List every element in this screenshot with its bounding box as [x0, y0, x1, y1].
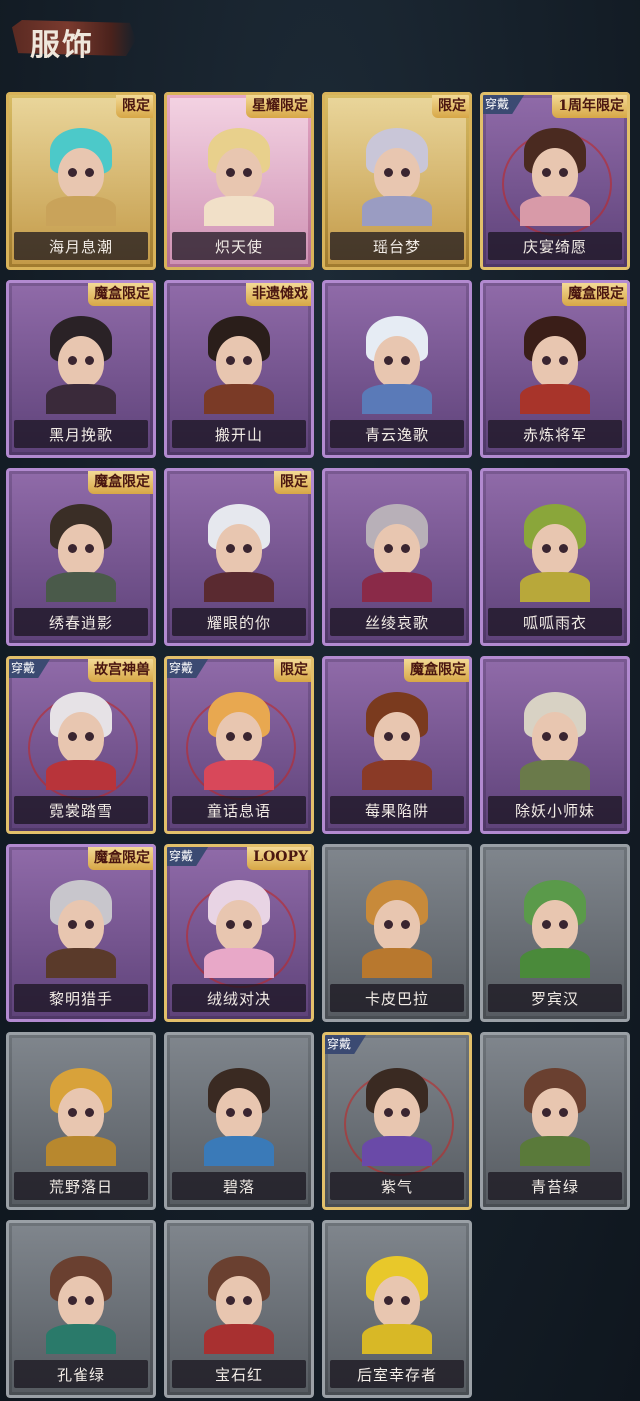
costume-card[interactable]: 星耀限定 炽天使 — [164, 92, 314, 270]
card-frame — [164, 280, 314, 458]
costume-card[interactable]: 罗宾汉 — [480, 844, 630, 1022]
card-frame — [164, 92, 314, 270]
costume-card[interactable]: 穿戴 紫气 — [322, 1032, 472, 1210]
costume-card[interactable]: 除妖小师妹 — [480, 656, 630, 834]
card-frame — [6, 92, 156, 270]
card-frame — [480, 1032, 630, 1210]
card-frame — [322, 844, 472, 1022]
costume-card[interactable]: 1周年限定 穿戴 庆宴绮愿 — [480, 92, 630, 270]
costume-card[interactable]: 呱呱雨衣 — [480, 468, 630, 646]
card-frame — [480, 844, 630, 1022]
card-frame — [480, 468, 630, 646]
costume-card[interactable]: 青云逸歌 — [322, 280, 472, 458]
costume-card[interactable]: 孔雀绿 — [6, 1220, 156, 1398]
card-frame — [480, 656, 630, 834]
card-frame — [6, 280, 156, 458]
costume-card[interactable]: 魔盒限定 黑月挽歌 — [6, 280, 156, 458]
section-header: 服饰 — [12, 14, 136, 63]
card-frame — [6, 844, 156, 1022]
costume-card[interactable]: 故宫神兽 穿戴 霓裳踏雪 — [6, 656, 156, 834]
card-frame — [164, 468, 314, 646]
costume-card[interactable]: 限定 穿戴 童话息语 — [164, 656, 314, 834]
card-frame — [322, 468, 472, 646]
card-frame — [480, 92, 630, 270]
card-frame — [6, 1032, 156, 1210]
card-frame — [322, 1220, 472, 1398]
card-frame — [6, 468, 156, 646]
costume-card[interactable]: 魔盒限定 绣春逍影 — [6, 468, 156, 646]
costume-card[interactable]: 宝石红 — [164, 1220, 314, 1398]
costume-card[interactable]: LOOPY 穿戴 绒绒对决 — [164, 844, 314, 1022]
card-frame — [164, 844, 314, 1022]
card-frame — [164, 1032, 314, 1210]
card-frame — [6, 656, 156, 834]
costume-card[interactable]: 丝绫哀歌 — [322, 468, 472, 646]
costume-card[interactable]: 魔盒限定 黎明猎手 — [6, 844, 156, 1022]
costume-card[interactable]: 魔盒限定 莓果陷阱 — [322, 656, 472, 834]
costume-card[interactable]: 后室幸存者 — [322, 1220, 472, 1398]
card-frame — [322, 280, 472, 458]
costume-card[interactable]: 限定 海月息潮 — [6, 92, 156, 270]
costume-card[interactable]: 限定 瑶台梦 — [322, 92, 472, 270]
card-frame — [6, 1220, 156, 1398]
card-frame — [322, 92, 472, 270]
costume-card[interactable]: 碧落 — [164, 1032, 314, 1210]
card-frame — [480, 280, 630, 458]
section-title: 服饰 — [30, 28, 94, 63]
card-frame — [322, 656, 472, 834]
card-frame — [164, 656, 314, 834]
costume-card[interactable]: 卡皮巴拉 — [322, 844, 472, 1022]
costume-card[interactable]: 青苔绿 — [480, 1032, 630, 1210]
costume-card[interactable]: 限定 耀眼的你 — [164, 468, 314, 646]
costume-card[interactable]: 魔盒限定 赤炼将军 — [480, 280, 630, 458]
costume-card[interactable]: 非遗傩戏 搬开山 — [164, 280, 314, 458]
card-frame — [164, 1220, 314, 1398]
costume-card[interactable]: 荒野落日 — [6, 1032, 156, 1210]
card-frame — [322, 1032, 472, 1210]
